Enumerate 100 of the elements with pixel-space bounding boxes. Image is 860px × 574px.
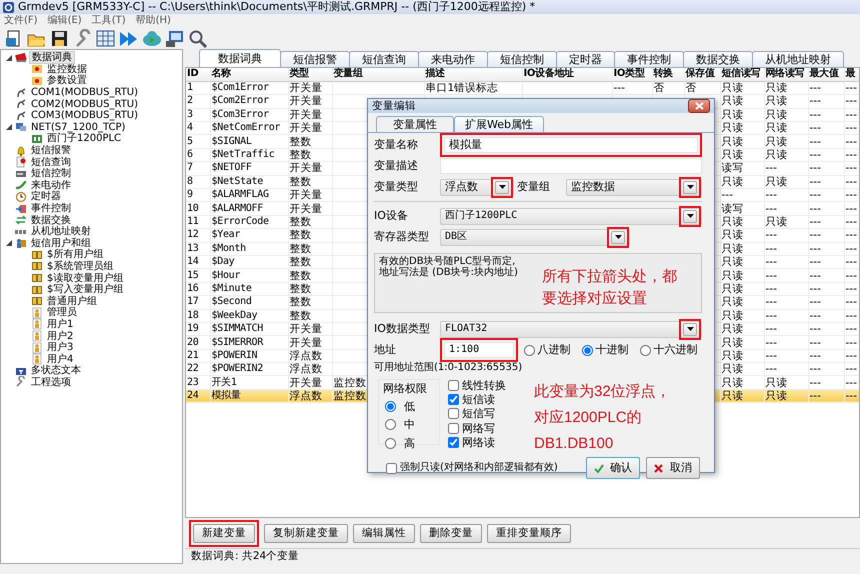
table-cell: 只读 [764, 81, 808, 95]
tab[interactable]: 变量属性 [376, 116, 454, 132]
tree-item[interactable]: 监控数据 [45, 64, 89, 75]
radio-button[interactable] [582, 344, 592, 356]
column-header[interactable]: 类型 [288, 68, 332, 82]
dropdown[interactable]: 西门子1200PLC [440, 208, 702, 224]
checkbox[interactable] [448, 422, 459, 434]
tree-item[interactable]: $写入变量用户组 [45, 284, 126, 296]
tree-item[interactable]: 参数设置 [45, 75, 89, 86]
tree-item[interactable]: 用户1 [45, 318, 76, 330]
tree-item[interactable]: NET(S7_1200_TCP) [29, 122, 128, 133]
text-field[interactable]: 模拟量 [444, 137, 698, 153]
tree-item[interactable]: 从机地址映射 [29, 226, 93, 238]
dropdown[interactable]: FLOAT32 [440, 320, 702, 338]
toolbar-button[interactable]: 编辑属性 [353, 524, 415, 543]
column-header[interactable]: IO类型 [612, 68, 652, 82]
tree-item[interactable]: 西门子1200PLC [45, 133, 124, 144]
grid-icon[interactable] [96, 28, 114, 48]
search-icon[interactable] [188, 28, 206, 48]
column-header[interactable]: 名称 [210, 68, 288, 82]
tree-item[interactable]: $系统管理员组 [45, 260, 116, 272]
radio-button[interactable] [524, 344, 534, 356]
cancel-button[interactable]: 取消 [646, 457, 700, 479]
text-field[interactable] [440, 158, 702, 174]
text-field[interactable]: 1:100 [444, 342, 514, 358]
caret-icon[interactable] [614, 235, 622, 239]
tree-item[interactable]: $读取变量用户组 [45, 272, 126, 284]
menu-item[interactable]: 文件(F) [4, 14, 38, 26]
tree-item[interactable]: 数据交换 [29, 214, 73, 226]
expander-icon[interactable] [5, 123, 13, 132]
toolbar-button[interactable]: 新建变量 [193, 524, 255, 543]
column-header[interactable]: 短信读写 [720, 68, 764, 82]
tab[interactable]: 从机地址映射 [752, 50, 844, 67]
new-file-icon[interactable] [4, 28, 22, 48]
tab[interactable]: 数据词典 [199, 48, 281, 67]
dropdown[interactable]: 监控数据 [566, 178, 702, 196]
monitor-icon[interactable] [164, 28, 184, 48]
checkbox[interactable] [448, 408, 459, 420]
radio-button[interactable] [385, 438, 396, 449]
toolbar-button[interactable]: 复制新建变量 [264, 524, 348, 543]
tab[interactable]: 短信报警 [280, 50, 350, 67]
tree-item[interactable]: 短信查询 [29, 156, 73, 168]
tree-item[interactable]: 普通用户组 [45, 296, 99, 307]
menu-item[interactable]: 编辑(E) [48, 14, 82, 26]
checkbox[interactable] [448, 436, 459, 448]
menu-item[interactable]: 帮助(H) [136, 14, 171, 26]
checkbox[interactable] [386, 462, 397, 474]
tree-item[interactable]: 定时器 [29, 191, 63, 202]
table-cell: 只读 [720, 362, 764, 376]
checkbox[interactable] [448, 380, 459, 392]
tree-item[interactable]: 短信报警 [29, 145, 73, 156]
menu-item[interactable]: 工具(T) [92, 14, 126, 26]
ok-button[interactable]: 确认 [586, 457, 640, 479]
tree-item[interactable]: $所有用户组 [45, 249, 106, 260]
dropdown[interactable]: DB区 [440, 228, 630, 246]
tree-item[interactable]: 数据词典 [29, 51, 75, 64]
column-header[interactable]: 转换 [652, 68, 684, 82]
column-header[interactable]: ID [186, 68, 210, 82]
tree-item[interactable]: 多状态文本 [29, 365, 83, 376]
tree-item[interactable]: COM1(MODBUS_RTU) [29, 87, 140, 98]
table-cell: 19 [186, 322, 210, 336]
toolbar-button[interactable]: 删除变量 [420, 524, 482, 543]
caret-icon[interactable] [686, 327, 694, 331]
radio-button[interactable] [385, 401, 396, 412]
expander-icon[interactable] [5, 239, 13, 248]
tree-item[interactable]: COM3(MODBUS_RTU) [29, 110, 140, 122]
tab[interactable]: 数据交换 [683, 50, 753, 67]
toolbar-button[interactable]: 重排变量顺序 [487, 524, 571, 543]
column-header[interactable]: 变量组 [332, 68, 424, 82]
caret-icon[interactable] [686, 185, 694, 189]
tree-item[interactable]: 管理员 [45, 307, 79, 318]
tab[interactable]: 事件控制 [614, 50, 684, 67]
tab[interactable]: 短信查询 [349, 50, 419, 67]
column-header[interactable]: IO设备地址 [522, 68, 612, 82]
tab[interactable]: 定时器 [556, 50, 615, 67]
column-header[interactable]: 最大值 [808, 68, 844, 82]
tree-item[interactable]: 用户3 [45, 342, 76, 354]
tree-item[interactable]: 短信用户和组 [29, 238, 93, 249]
checkbox[interactable] [448, 394, 459, 406]
tree-item[interactable]: 短信控制 [29, 168, 73, 180]
dropdown[interactable]: 浮点数 [440, 178, 514, 196]
radio-button[interactable] [640, 344, 650, 356]
expander-icon[interactable] [5, 54, 13, 62]
tree-item[interactable]: 用户2 [45, 330, 76, 342]
tab[interactable]: 来电动作 [418, 50, 488, 67]
column-header[interactable]: 描述 [424, 68, 522, 82]
column-header[interactable]: 最 [844, 68, 859, 82]
tree-item[interactable]: 事件控制 [29, 203, 73, 214]
caret-icon[interactable] [498, 185, 506, 189]
tab[interactable]: 扩展Web属性 [454, 116, 544, 132]
tree-item[interactable]: 来电动作 [29, 180, 73, 191]
caret-icon[interactable] [686, 214, 694, 218]
column-header[interactable]: 保存值 [684, 68, 720, 82]
tree-item[interactable]: COM2(MODBUS_RTU) [29, 98, 140, 110]
tree-item[interactable]: 工程选项 [29, 376, 73, 388]
column-header[interactable]: 网络读写 [764, 68, 808, 82]
close-icon[interactable] [694, 102, 704, 110]
radio-button[interactable] [385, 419, 396, 430]
tree-item[interactable]: 用户4 [45, 354, 76, 365]
tab[interactable]: 短信控制 [487, 50, 557, 67]
